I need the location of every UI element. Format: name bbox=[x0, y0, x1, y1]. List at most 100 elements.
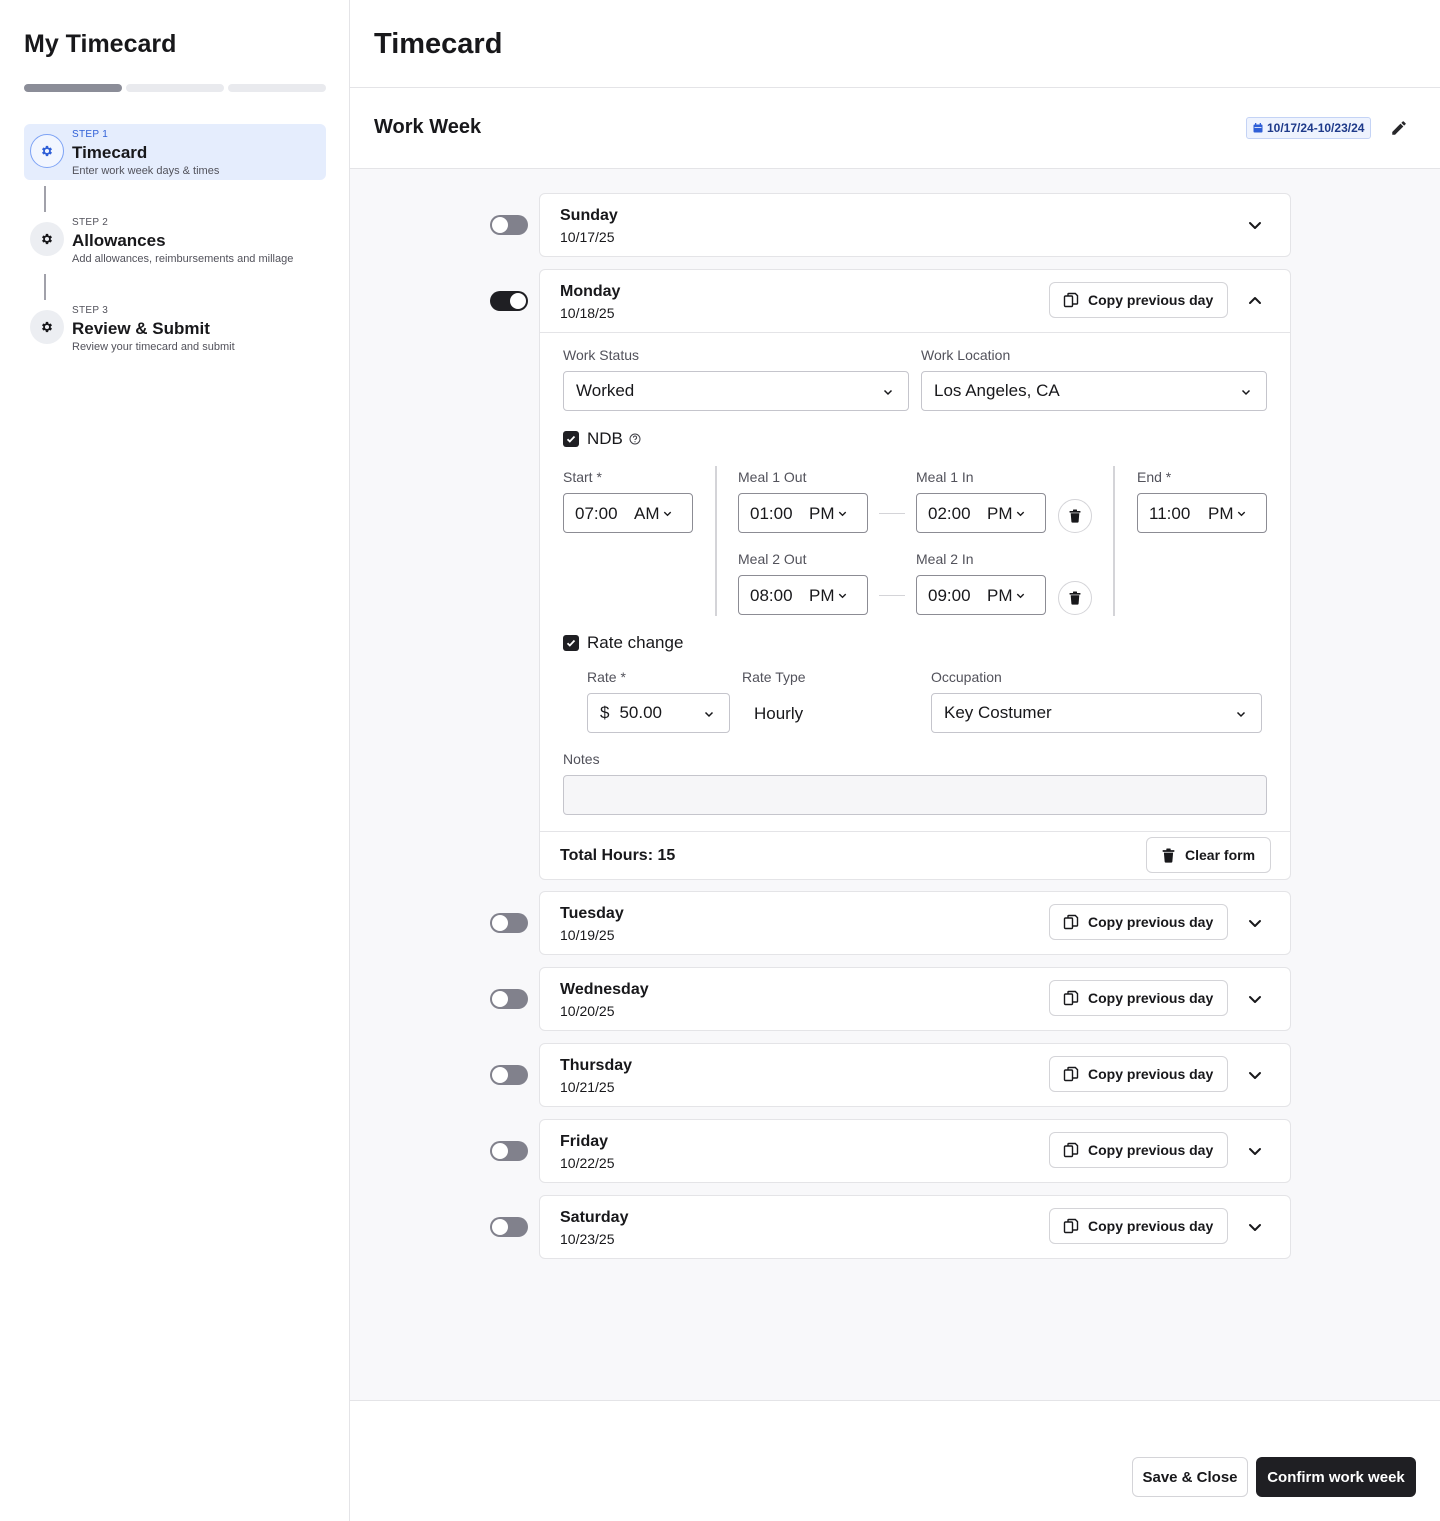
copy-previous-day-button[interactable]: Copy previous day bbox=[1049, 1056, 1228, 1092]
copy-previous-day-button[interactable]: Copy previous day bbox=[1049, 1132, 1228, 1168]
delete-meal1-button[interactable] bbox=[1058, 499, 1092, 533]
chevron-up-icon[interactable] bbox=[1245, 291, 1265, 311]
clear-form-button[interactable]: Clear form bbox=[1146, 837, 1271, 873]
ndb-checkbox[interactable] bbox=[563, 431, 579, 447]
days-section: Sunday 10/17/25 Monday 10/18/25 Copy pre… bbox=[350, 168, 1440, 1401]
meal2-out-input[interactable]: 08:00 PM bbox=[738, 575, 868, 615]
progress-segment-2 bbox=[126, 84, 224, 92]
work-week-title: Work Week bbox=[374, 116, 482, 138]
end-time-input[interactable]: 11:00 PM bbox=[1137, 493, 1267, 533]
pencil-icon[interactable] bbox=[1390, 119, 1408, 137]
gear-icon bbox=[30, 222, 64, 256]
chevron-down-icon bbox=[882, 386, 894, 398]
chevron-down-icon[interactable] bbox=[1245, 215, 1265, 235]
copy-previous-day-label: Copy previous day bbox=[1088, 1066, 1214, 1082]
rate-input[interactable]: $ 50.00 bbox=[587, 693, 730, 733]
day-card-saturday[interactable]: Saturday 10/23/25 Copy previous day bbox=[539, 1195, 1291, 1259]
day-date: 10/18/25 bbox=[560, 305, 615, 321]
step-title: Timecard bbox=[72, 143, 148, 162]
card-divider bbox=[540, 332, 1290, 333]
sidebar-title: My Timecard bbox=[24, 30, 177, 58]
step-description: Add allowances, reimbursements and milla… bbox=[72, 253, 294, 265]
rate-change-checkbox[interactable] bbox=[563, 635, 579, 651]
copy-previous-day-button[interactable]: Copy previous day bbox=[1049, 282, 1228, 318]
start-time-input[interactable]: 07:00 AM bbox=[563, 493, 693, 533]
copy-previous-day-label: Copy previous day bbox=[1088, 1142, 1214, 1158]
trash-icon bbox=[1161, 848, 1176, 863]
day-toggle-friday[interactable] bbox=[490, 1141, 528, 1161]
step-connector bbox=[44, 274, 46, 300]
chevron-down-icon bbox=[1015, 590, 1026, 601]
step-connector bbox=[44, 186, 46, 212]
time-range-dash bbox=[879, 595, 905, 596]
progress-segment-1 bbox=[24, 84, 122, 92]
day-toggle-sunday[interactable] bbox=[490, 215, 528, 235]
day-card-sunday[interactable]: Sunday 10/17/25 bbox=[539, 193, 1291, 257]
day-toggle-saturday[interactable] bbox=[490, 1217, 528, 1237]
confirm-work-week-button[interactable]: Confirm work week bbox=[1256, 1457, 1416, 1497]
day-toggle-thursday[interactable] bbox=[490, 1065, 528, 1085]
day-date: 10/17/25 bbox=[560, 229, 615, 245]
day-card-tuesday[interactable]: Tuesday 10/19/25 Copy previous day bbox=[539, 891, 1291, 955]
step-description: Review your timecard and submit bbox=[72, 341, 235, 353]
chevron-down-icon[interactable] bbox=[1245, 913, 1265, 933]
day-card-thursday[interactable]: Thursday 10/21/25 Copy previous day bbox=[539, 1043, 1291, 1107]
delete-meal2-button[interactable] bbox=[1058, 581, 1092, 615]
step-number: STEP 3 bbox=[72, 305, 109, 316]
meal1-in-ampm: PM bbox=[987, 504, 1013, 523]
end-divider bbox=[1113, 466, 1115, 616]
day-toggle-tuesday[interactable] bbox=[490, 913, 528, 933]
day-date: 10/23/25 bbox=[560, 1231, 615, 1247]
day-card-wednesday[interactable]: Wednesday 10/20/25 Copy previous day bbox=[539, 967, 1291, 1031]
step-progress-bar bbox=[24, 84, 326, 92]
trash-icon bbox=[1068, 509, 1082, 523]
day-toggle-wednesday[interactable] bbox=[490, 989, 528, 1009]
work-location-select[interactable]: Los Angeles, CA bbox=[921, 371, 1267, 411]
sidebar: My Timecard STEP 1 Timecard Enter work w… bbox=[0, 0, 350, 1521]
sidebar-step-timecard[interactable]: STEP 1 Timecard Enter work week days & t… bbox=[24, 124, 326, 180]
toggle-knob bbox=[492, 1219, 508, 1235]
toggle-knob bbox=[510, 293, 526, 309]
toggle-knob bbox=[492, 1143, 508, 1159]
copy-previous-day-button[interactable]: Copy previous day bbox=[1049, 1208, 1228, 1244]
day-card-friday[interactable]: Friday 10/22/25 Copy previous day bbox=[539, 1119, 1291, 1183]
meal2-in-label: Meal 2 In bbox=[916, 551, 974, 567]
clear-form-label: Clear form bbox=[1185, 847, 1256, 863]
meal1-out-time: 01:00 bbox=[750, 504, 793, 523]
meal2-in-input[interactable]: 09:00 PM bbox=[916, 575, 1046, 615]
day-toggle-monday[interactable] bbox=[490, 291, 528, 311]
copy-icon bbox=[1063, 292, 1079, 308]
copy-previous-day-button[interactable]: Copy previous day bbox=[1049, 904, 1228, 940]
help-icon[interactable] bbox=[629, 433, 641, 445]
sidebar-step-allowances[interactable]: STEP 2 Allowances Add allowances, reimbu… bbox=[24, 212, 326, 268]
work-status-value: Worked bbox=[576, 381, 635, 400]
copy-previous-day-button[interactable]: Copy previous day bbox=[1049, 980, 1228, 1016]
work-status-select[interactable]: Worked bbox=[563, 371, 909, 411]
occupation-select[interactable]: Key Costumer bbox=[931, 693, 1262, 733]
chevron-down-icon[interactable] bbox=[1245, 1141, 1265, 1161]
toggle-knob bbox=[492, 991, 508, 1007]
copy-icon bbox=[1063, 990, 1079, 1006]
step-description: Enter work week days & times bbox=[72, 165, 220, 177]
chevron-down-icon bbox=[703, 708, 715, 720]
notes-input[interactable] bbox=[563, 775, 1267, 815]
chevron-down-icon[interactable] bbox=[1245, 1217, 1265, 1237]
meal2-out-ampm: PM bbox=[809, 586, 835, 605]
chevron-down-icon bbox=[837, 590, 848, 601]
time-range-dash bbox=[879, 513, 905, 514]
step-number: STEP 2 bbox=[72, 217, 109, 228]
rate-change-label: Rate change bbox=[587, 633, 684, 652]
day-name: Saturday bbox=[560, 1209, 629, 1226]
save-and-close-button[interactable]: Save & Close bbox=[1132, 1457, 1248, 1497]
chevron-down-icon bbox=[662, 508, 673, 519]
sidebar-step-review-submit[interactable]: STEP 3 Review & Submit Review your timec… bbox=[24, 300, 326, 356]
meal1-in-input[interactable]: 02:00 PM bbox=[916, 493, 1046, 533]
chevron-down-icon[interactable] bbox=[1245, 1065, 1265, 1085]
rate-type-value: Hourly bbox=[754, 704, 804, 723]
total-hours: Total Hours: 15 bbox=[560, 847, 676, 864]
chevron-down-icon[interactable] bbox=[1245, 989, 1265, 1009]
meal1-out-input[interactable]: 01:00 PM bbox=[738, 493, 868, 533]
occupation-value: Key Costumer bbox=[944, 703, 1052, 722]
step-title: Review & Submit bbox=[72, 319, 210, 338]
day-name: Tuesday bbox=[560, 905, 624, 922]
